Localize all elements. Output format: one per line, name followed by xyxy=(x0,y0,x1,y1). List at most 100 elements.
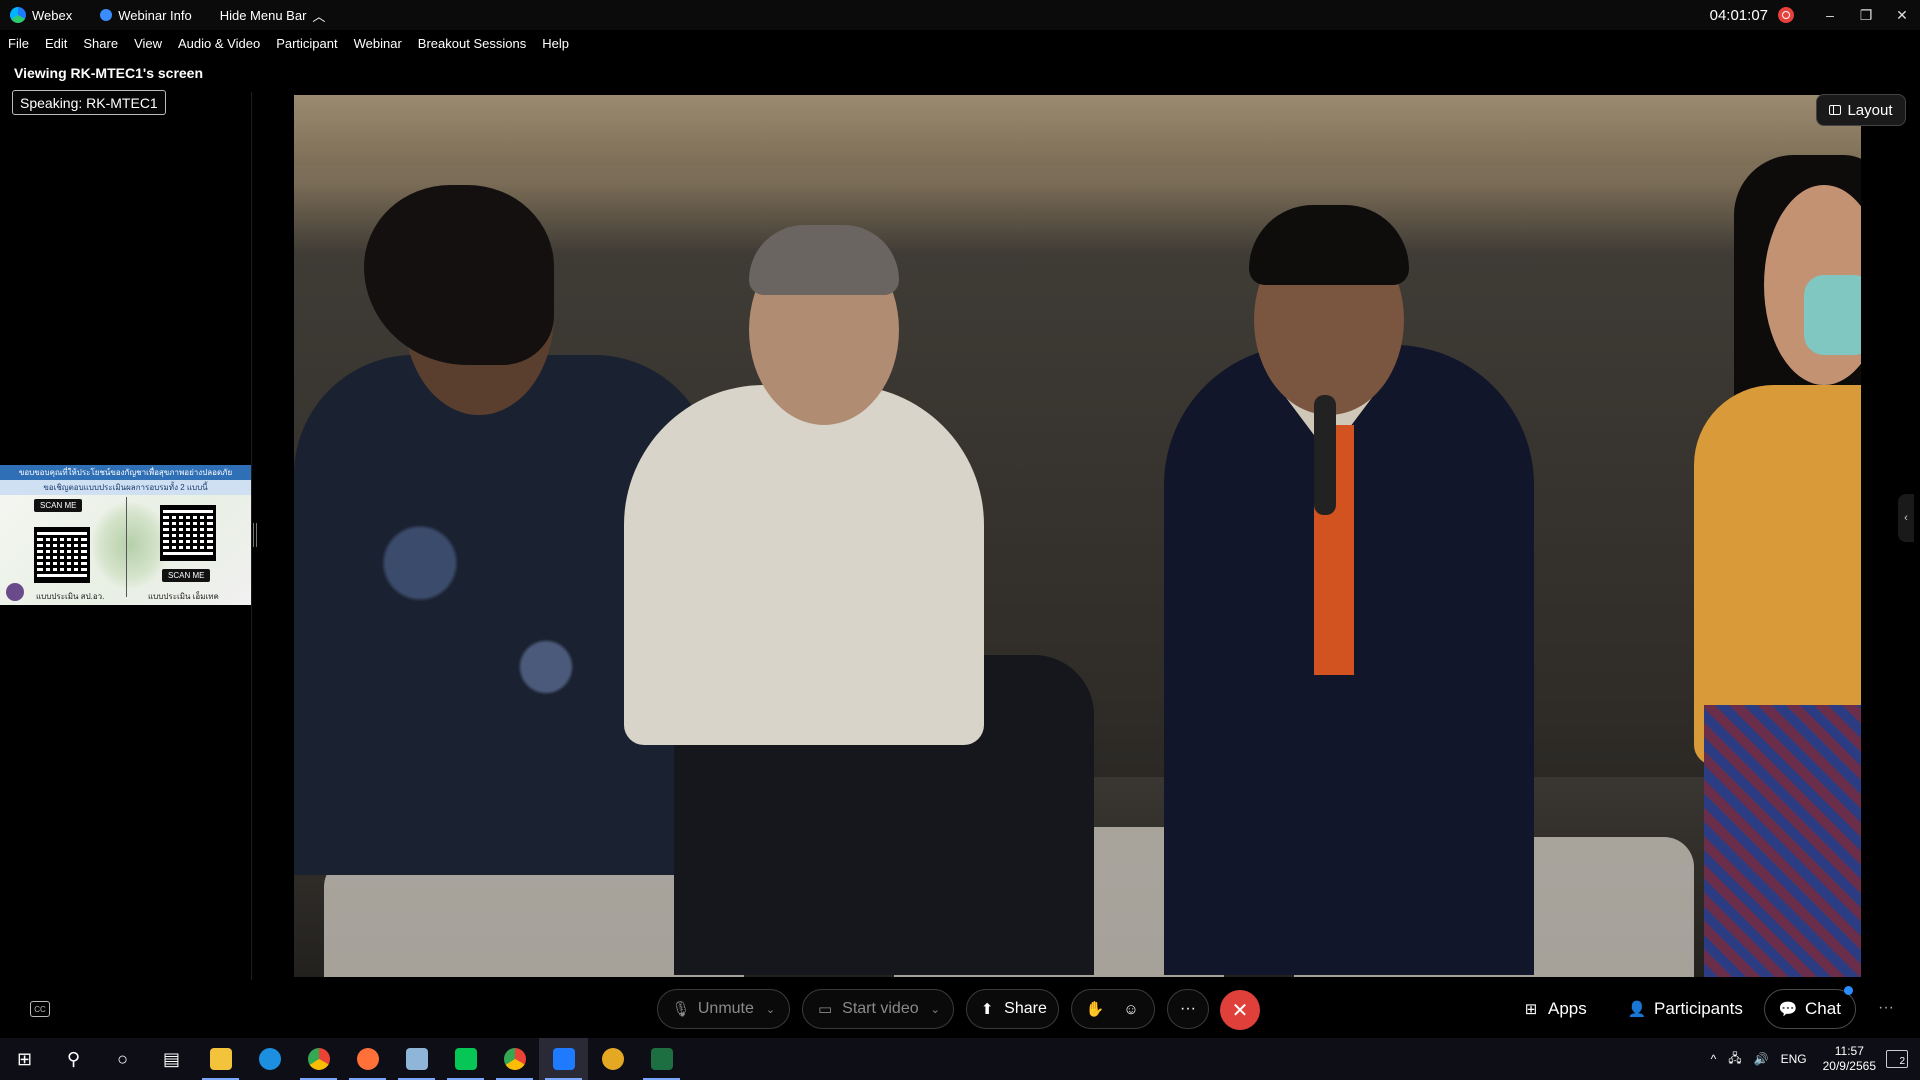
chat-button[interactable]: 💬 Chat xyxy=(1764,986,1856,1029)
chevron-up-icon[interactable]: ^ xyxy=(1711,1052,1717,1066)
webex-logo-icon xyxy=(10,7,26,23)
captions-icon[interactable]: CC xyxy=(30,1001,50,1017)
menu-file[interactable]: File xyxy=(8,36,29,51)
panelist-hair xyxy=(1249,205,1409,285)
taskbar-firefox[interactable] xyxy=(343,1038,392,1080)
menu-webinar[interactable]: Webinar xyxy=(354,36,402,51)
scan-me-label-right: SCAN ME xyxy=(162,569,211,582)
search-icon: ⚲ xyxy=(66,1048,81,1069)
excel-icon xyxy=(650,1048,673,1070)
language-indicator[interactable]: ENG xyxy=(1781,1052,1807,1066)
recording-icon[interactable] xyxy=(1778,7,1794,23)
participants-button[interactable]: 👤 Participants xyxy=(1628,989,1743,1029)
firefox-icon xyxy=(356,1048,379,1070)
overflow-menu-button[interactable]: ··· xyxy=(1878,999,1894,1017)
viewing-screen-label: Viewing RK-MTEC1's screen xyxy=(14,65,204,81)
participants-label: Participants xyxy=(1654,999,1743,1018)
chat-label: Chat xyxy=(1805,999,1841,1018)
speaking-indicator: Speaking: RK-MTEC1 xyxy=(12,90,166,115)
apps-button[interactable]: ⊞ Apps xyxy=(1522,989,1587,1029)
panelist-hair xyxy=(364,185,554,365)
panelist-skirt xyxy=(1704,705,1861,977)
poster-title: ขอบขอบคุณที่ให้ประโยชน์ของกัญชาเพื่อสุขภ… xyxy=(0,465,251,480)
side-panel-toggle[interactable]: ‹ xyxy=(1898,494,1914,542)
video-background-screen xyxy=(294,95,1861,165)
taskbar-chrome[interactable] xyxy=(294,1038,343,1080)
line-icon xyxy=(454,1048,477,1070)
system-time: 11:57 xyxy=(1834,1044,1864,1058)
chevron-down-icon[interactable]: ⌄ xyxy=(931,1003,940,1016)
taskbar-internet-explorer[interactable] xyxy=(245,1038,294,1080)
reactions-group: ✋ ☺ xyxy=(1071,989,1155,1029)
qr-code-icon xyxy=(34,527,90,583)
poster-logo xyxy=(6,583,24,601)
taskbar-app[interactable] xyxy=(392,1038,441,1080)
menu-bar: File Edit Share View Audio & Video Parti… xyxy=(0,31,585,55)
app-icon xyxy=(405,1048,428,1070)
unread-indicator xyxy=(1844,986,1853,995)
panelist-man-center xyxy=(624,385,984,745)
menu-edit[interactable]: Edit xyxy=(45,36,67,51)
cannabis-leaf-graphic xyxy=(90,500,170,590)
system-clock[interactable]: 11:57 20/9/2565 xyxy=(1823,1044,1876,1074)
menu-share[interactable]: Share xyxy=(83,36,118,51)
hide-menu-bar-button[interactable]: Hide Menu Bar ︿ xyxy=(210,0,336,30)
taskbar-file-explorer[interactable] xyxy=(196,1038,245,1080)
menu-help[interactable]: Help xyxy=(542,36,569,51)
qr-code-icon xyxy=(160,505,216,561)
taskbar-chrome-profile[interactable] xyxy=(490,1038,539,1080)
task-view-button[interactable]: ▤ xyxy=(147,1038,196,1080)
menu-participant[interactable]: Participant xyxy=(276,36,337,51)
start-button[interactable]: ⊞ xyxy=(0,1038,49,1080)
apps-icon: ⊞ xyxy=(1524,1001,1538,1018)
minimize-button[interactable]: – xyxy=(1815,0,1845,30)
menu-view[interactable]: View xyxy=(134,36,162,51)
search-button[interactable]: ⚲ xyxy=(49,1038,98,1080)
share-icon: ⬆ xyxy=(980,1001,994,1018)
taskbar-line[interactable] xyxy=(441,1038,490,1080)
main-video-stage xyxy=(294,95,1861,977)
shield-icon xyxy=(100,9,113,21)
leave-meeting-button[interactable]: ✕ xyxy=(1220,990,1260,1030)
taskbar-app-sun[interactable] xyxy=(588,1038,637,1080)
chat-bubble-icon: 💬 xyxy=(1778,1001,1798,1018)
notification-center-icon[interactable]: 2 xyxy=(1886,1050,1908,1068)
volume-icon[interactable]: 🔊 xyxy=(1754,1052,1769,1066)
panel-resize-handle[interactable] xyxy=(253,523,257,547)
webinar-info-button[interactable]: Webinar Info xyxy=(90,0,201,30)
layout-icon xyxy=(1829,105,1842,115)
start-video-label: Start video xyxy=(842,1000,919,1017)
poster-subtitle: ขอเชิญตอบแบบประเมินผลการอบรมทั้ง 2 แบบนี… xyxy=(0,480,251,495)
network-icon[interactable]: 🖧 xyxy=(1728,1049,1741,1070)
menu-audio-video[interactable]: Audio & Video xyxy=(178,36,260,51)
unmute-label: Unmute xyxy=(697,1000,754,1017)
webex-icon xyxy=(552,1048,575,1070)
title-bar: Webex Webinar Info Hide Menu Bar ︿ 04:01… xyxy=(0,0,1920,30)
unmute-button[interactable]: 🎙 Unmute ⌄ xyxy=(657,989,790,1029)
folder-icon xyxy=(209,1048,232,1070)
scan-me-label-left: SCAN ME xyxy=(34,499,83,512)
close-window-button[interactable]: ✕ xyxy=(1887,0,1917,30)
share-label: Share xyxy=(1004,1000,1047,1017)
taskbar-webex[interactable] xyxy=(539,1038,588,1080)
cortana-button[interactable]: ○ xyxy=(98,1038,147,1080)
layout-button[interactable]: Layout xyxy=(1816,94,1906,126)
raise-hand-icon[interactable]: ✋ xyxy=(1086,1000,1105,1018)
chrome-icon xyxy=(307,1048,330,1070)
internet-explorer-icon xyxy=(258,1048,281,1070)
meeting-timer: 04:01:07 xyxy=(1709,6,1768,24)
menu-breakout-sessions[interactable]: Breakout Sessions xyxy=(418,36,526,51)
more-options-button[interactable]: ··· xyxy=(1167,989,1209,1029)
app-name: Webex xyxy=(32,7,73,23)
start-video-button[interactable]: ▭ Start video ⌄ xyxy=(802,989,954,1029)
chevron-up-icon: ︿ xyxy=(312,8,326,24)
restore-button[interactable]: ❐ xyxy=(1851,0,1881,30)
taskbar-excel[interactable] xyxy=(637,1038,686,1080)
reactions-icon[interactable]: ☺ xyxy=(1122,1000,1140,1018)
hide-menu-bar-label: Hide Menu Bar xyxy=(219,7,307,23)
system-date: 20/9/2565 xyxy=(1822,1059,1876,1073)
shared-poster-thumbnail: ขอบขอบคุณที่ให้ประโยชน์ของกัญชาเพื่อสุขภ… xyxy=(0,465,251,605)
share-button[interactable]: ⬆ Share xyxy=(966,989,1059,1029)
chevron-down-icon[interactable]: ⌄ xyxy=(766,1003,775,1016)
poster-divider xyxy=(126,497,127,597)
